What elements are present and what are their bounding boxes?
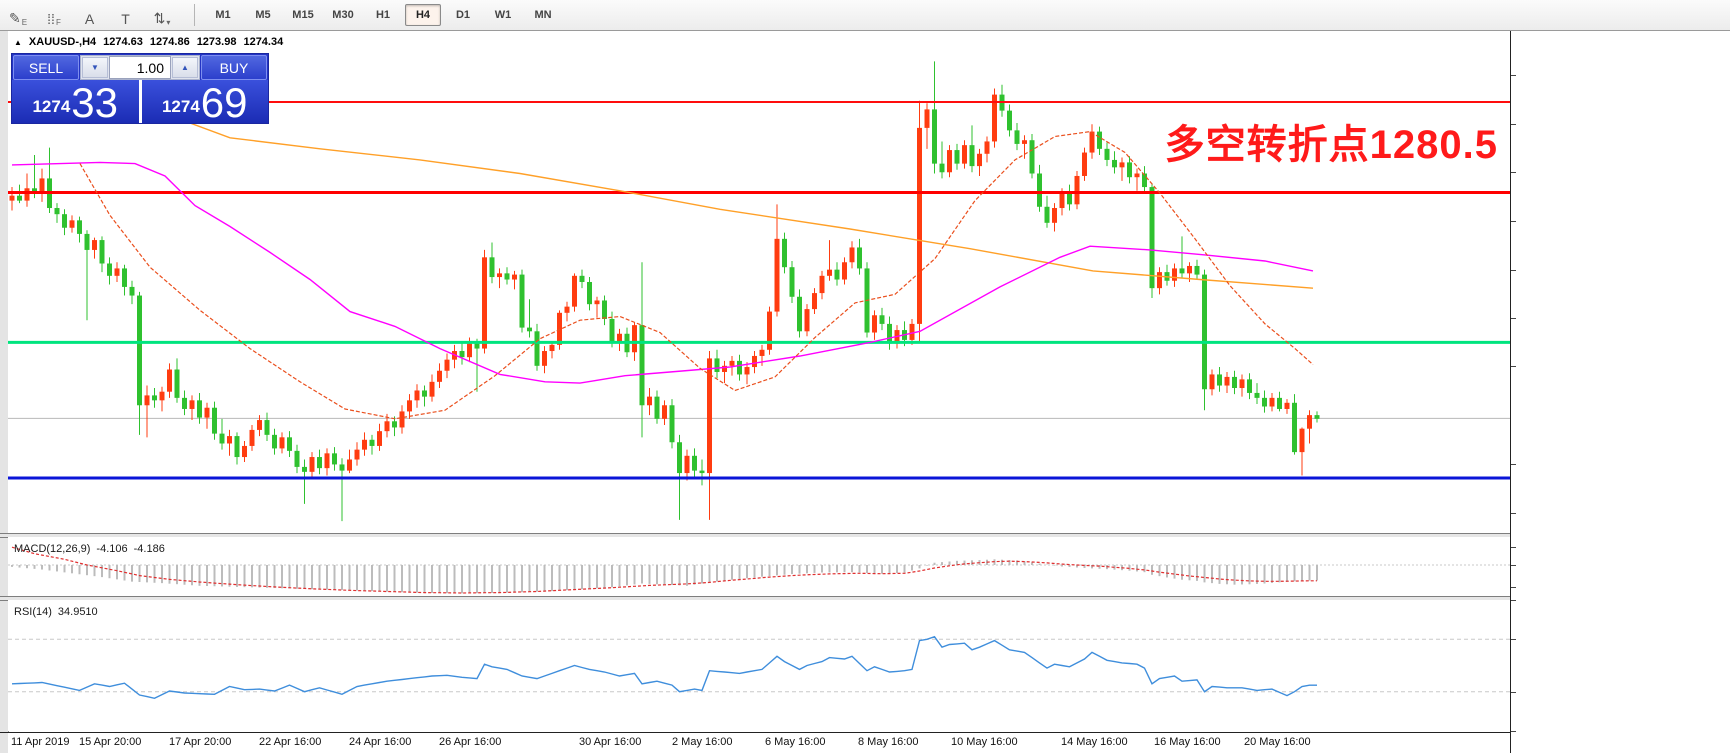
axis-tick-mark: [1511, 366, 1516, 367]
symbol-close: 1274.34: [243, 36, 283, 48]
date-tick-label: 24 Apr 16:00: [349, 736, 411, 748]
volume-increase-button[interactable]: ▲: [172, 57, 198, 78]
date-tick-label: 2 May 16:00: [672, 736, 733, 748]
rsi-name: RSI(14): [14, 606, 52, 618]
timeframe-button-m30[interactable]: M30: [325, 4, 361, 26]
draw-elliott-icon[interactable]: ✎E: [2, 2, 34, 28]
volume-stepper: ▼ 1.00 ▲: [80, 55, 200, 80]
buy-price-display[interactable]: 1274 69: [142, 80, 269, 123]
macd-panel[interactable]: [8, 537, 1510, 596]
timeframe-button-m1[interactable]: M1: [205, 4, 241, 26]
symbol-high: 1274.86: [150, 36, 190, 48]
date-tick-label: 6 May 16:00: [765, 736, 826, 748]
rsi-current-value: 34.9510: [58, 606, 98, 618]
draw-label-icon[interactable]: T: [110, 2, 142, 28]
axis-tick-mark: [1511, 318, 1516, 319]
buy-price-small: 1274: [162, 97, 200, 117]
date-tick-label: 17 Apr 20:00: [169, 736, 231, 748]
axis-tick-mark: [1511, 75, 1516, 76]
axis-tick-mark: [1511, 587, 1516, 588]
axis-tick-mark: [1511, 513, 1516, 514]
axis-tick-mark: [1511, 600, 1516, 601]
sell-price-display[interactable]: 1274 33: [12, 80, 139, 123]
volume-input[interactable]: 1.00: [109, 56, 171, 79]
symbol-name: XAUUSD-,H4: [29, 36, 96, 48]
axis-tick-mark: [1511, 172, 1516, 173]
axis-tick-mark: [1511, 547, 1516, 548]
date-tick-label: 16 May 16:00: [1154, 736, 1221, 748]
date-tick-label: 14 May 16:00: [1061, 736, 1128, 748]
draw-text-icon[interactable]: A: [74, 2, 106, 28]
sell-button[interactable]: SELL: [13, 55, 79, 80]
date-tick-label: 20 May 16:00: [1244, 736, 1311, 748]
axis-tick-mark: [1511, 692, 1516, 693]
timeframe-toolbar: M1M5M15M30H1H4D1W1MN: [203, 4, 563, 26]
chart-text-annotation: 多空转折点1280.5: [1165, 112, 1498, 170]
drawing-toolbar: ✎E⁞⁞FAT⇅▾: [0, 2, 180, 28]
axis-tick-mark: [1511, 464, 1516, 465]
sell-price-small: 1274: [32, 97, 70, 117]
timeframe-button-h1[interactable]: H1: [365, 4, 401, 26]
symbol-open: 1274.63: [103, 36, 143, 48]
date-tick-label: 10 May 16:00: [951, 736, 1018, 748]
date-tick-label: 22 Apr 16:00: [259, 736, 321, 748]
timeframe-button-h4[interactable]: H4: [405, 4, 441, 26]
date-tick-label: 26 Apr 16:00: [439, 736, 501, 748]
date-tick-label: 8 May 16:00: [858, 736, 919, 748]
price-axis[interactable]: 1302.201298.251294.301290.351286.401282.…: [1510, 31, 1730, 753]
sell-price-big: 33: [71, 85, 118, 121]
date-tick-label: 11 Apr 2019: [11, 736, 70, 748]
symbol-low: 1273.98: [197, 36, 237, 48]
macd-main-value: -4.106: [96, 543, 127, 555]
date-axis[interactable]: 11 Apr 2019 15 Apr 20:00 17 Apr 20:00 22 Ap…: [8, 733, 1510, 753]
axis-tick-mark: [1511, 565, 1516, 566]
axis-tick-mark: [1511, 639, 1516, 640]
rsi-label: RSI(14) 34.9510: [14, 606, 98, 618]
macd-name: MACD(12,26,9): [14, 543, 90, 555]
buy-price-big: 69: [201, 85, 248, 121]
date-tick-label: 15 Apr 20:00: [79, 736, 141, 748]
arrows-dropdown-icon[interactable]: ⇅▾: [146, 2, 178, 28]
date-tick-label: 30 Apr 16:00: [579, 736, 641, 748]
volume-decrease-button[interactable]: ▼: [82, 57, 108, 78]
axis-tick-mark: [1511, 221, 1516, 222]
toolbar: ✎E⁞⁞FAT⇅▾ M1M5M15M30H1H4D1W1MN: [0, 0, 1730, 31]
timeframe-button-mn[interactable]: MN: [525, 4, 561, 26]
timeframe-button-m5[interactable]: M5: [245, 4, 281, 26]
draw-fibonacci-icon[interactable]: ⁞⁞F: [38, 2, 70, 28]
macd-signal-value: -4.186: [134, 543, 165, 555]
symbol-info-line: ▲ XAUUSD-,H4 1274.63 1274.86 1273.98 127…: [14, 36, 283, 48]
symbol-arrow-icon: ▲: [14, 38, 22, 47]
axis-tick-mark: [1511, 124, 1516, 125]
timeframe-button-d1[interactable]: D1: [445, 4, 481, 26]
toolbar-separator: [194, 4, 195, 26]
rsi-panel[interactable]: [8, 600, 1510, 731]
buy-button[interactable]: BUY: [201, 55, 267, 80]
macd-label: MACD(12,26,9) -4.106 -4.186: [14, 543, 165, 555]
one-click-trading-panel: SELL ▼ 1.00 ▲ BUY 1274 33 1274 69: [12, 54, 268, 123]
axis-tick-mark: [1511, 731, 1516, 732]
axis-tick-mark: [1511, 270, 1516, 271]
rsi-line: [12, 637, 1317, 699]
timeframe-button-w1[interactable]: W1: [485, 4, 521, 26]
mt4-window: ✎E⁞⁞FAT⇅▾ M1M5M15M30H1H4D1W1MN 11 Apr 20…: [0, 0, 1730, 753]
timeframe-button-m15[interactable]: M15: [285, 4, 321, 26]
